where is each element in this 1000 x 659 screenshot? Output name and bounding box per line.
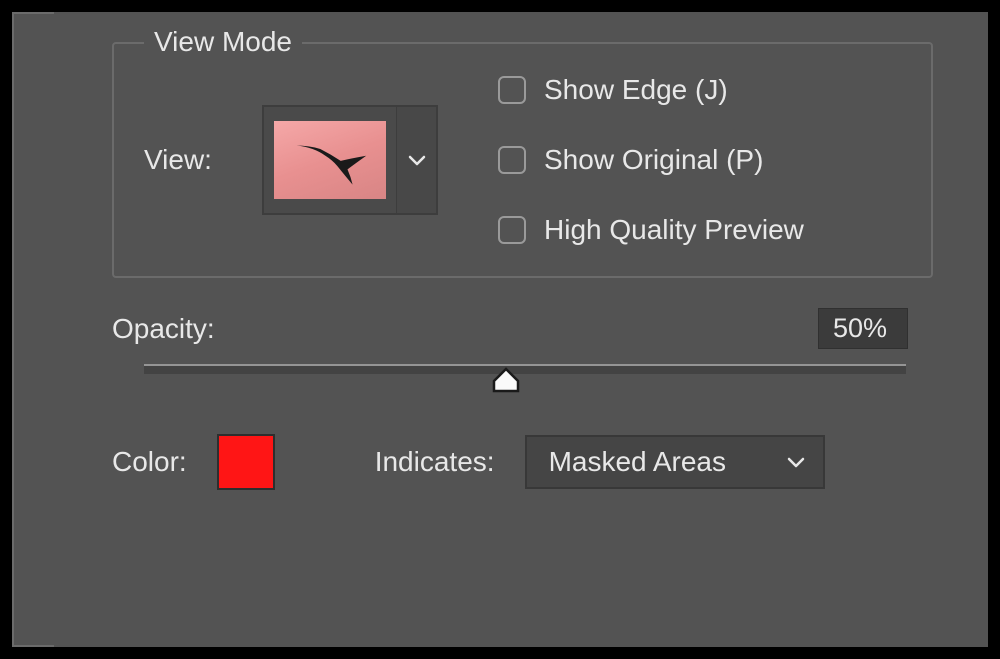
high-quality-label: High Quality Preview: [544, 214, 804, 246]
show-original-label: Show Original (P): [544, 144, 763, 176]
view-row: View: Show Edge (J): [144, 74, 901, 246]
view-thumbnail: [274, 121, 386, 199]
opacity-label: Opacity:: [112, 313, 215, 345]
slider-thumb[interactable]: [490, 367, 522, 393]
view-dropdown-button[interactable]: [396, 107, 436, 213]
show-original-checkbox[interactable]: Show Original (P): [498, 144, 804, 176]
color-swatch[interactable]: [217, 434, 275, 490]
view-label: View:: [144, 144, 222, 176]
opacity-row: Opacity: 50%: [112, 308, 908, 349]
indicates-selected-value: Masked Areas: [549, 446, 726, 478]
color-label: Color:: [112, 446, 187, 478]
show-edge-label: Show Edge (J): [544, 74, 728, 106]
bottom-row: Color: Indicates: Masked Areas: [112, 434, 908, 490]
opacity-value-input[interactable]: 50%: [818, 308, 908, 349]
show-edge-checkbox[interactable]: Show Edge (J): [498, 74, 804, 106]
panel: View Mode View: Show Edge (J): [12, 12, 988, 647]
indicates-label: Indicates:: [375, 446, 495, 478]
view-mode-fieldset: View Mode View: Show Edge (J): [112, 42, 933, 278]
chevron-down-icon: [408, 154, 426, 166]
indicates-dropdown[interactable]: Masked Areas: [525, 435, 825, 489]
view-thumbnail-dropdown[interactable]: [262, 105, 438, 215]
view-mode-legend: View Mode: [144, 26, 302, 58]
checkbox-box: [498, 216, 526, 244]
high-quality-preview-checkbox[interactable]: High Quality Preview: [498, 214, 804, 246]
chevron-down-icon: [787, 456, 805, 468]
view-mode-checkboxes: Show Edge (J) Show Original (P) High Qua…: [498, 74, 804, 246]
opacity-slider[interactable]: [144, 364, 906, 394]
checkbox-box: [498, 146, 526, 174]
bird-silhouette-icon: [288, 130, 373, 190]
checkbox-box: [498, 76, 526, 104]
slider-track: [144, 364, 906, 374]
